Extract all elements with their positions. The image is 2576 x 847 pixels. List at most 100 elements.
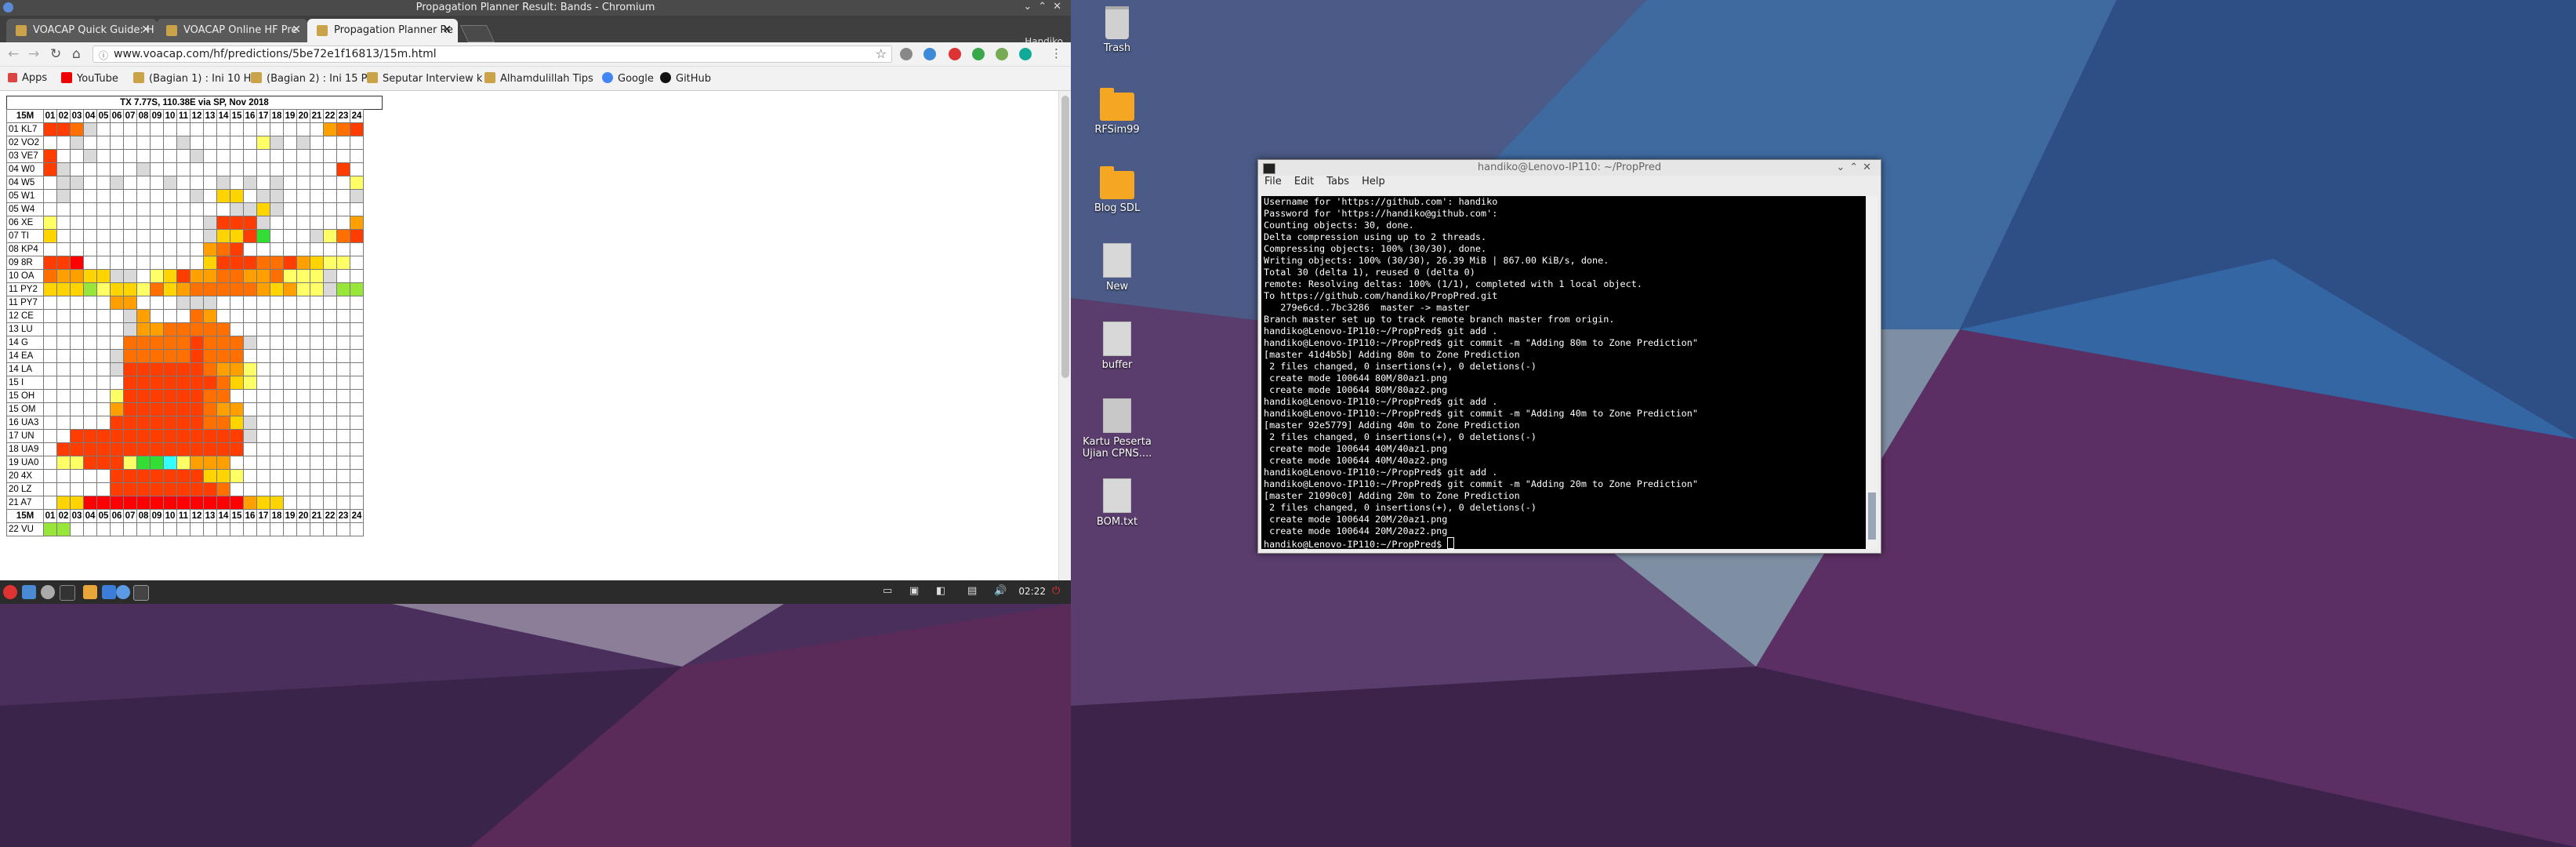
editor-icon[interactable] [102,585,116,599]
desktop-folder-rfsim99[interactable]: RFSim99 [1082,88,1152,136]
hour-header: 08 [136,509,151,523]
tab-voacap-online[interactable]: VOACAP Online HF Pre ✕ [157,19,307,42]
new-tab-button[interactable] [459,25,495,42]
reliability-cell [70,416,84,430]
network-icon[interactable]: ▤ [967,585,977,597]
terminal-scrollbar[interactable] [1867,196,1878,549]
desktop-folder-blog-sdl[interactable]: Blog SDL [1082,166,1152,214]
home-icon[interactable]: ⌂ [72,46,81,62]
desktop-file-new[interactable]: New [1082,243,1152,293]
scrollbar-thumb[interactable] [1868,493,1876,540]
bookmark-label: GitHub [676,73,712,85]
power-icon[interactable]: ⏻ [1052,585,1060,597]
terminal-task-icon[interactable] [133,585,149,601]
reliability-cell [83,309,97,323]
terminal-output[interactable]: Username for 'https://github.com': handi… [1261,196,1866,549]
screenshot-icon[interactable]: ◧ [936,585,945,597]
reliability-cell [350,149,364,163]
clock[interactable]: 02:22 [1018,586,1046,597]
close-tab-icon[interactable]: ✕ [141,24,151,36]
terminal-window-controls[interactable]: ⌄⌃✕ [1836,160,1876,176]
reliability-cell [190,362,204,376]
clipboard-icon[interactable]: ▣ [909,585,919,597]
desktop-icon[interactable] [22,585,36,599]
desktop-file-kartu-peserta[interactable]: Kartu Peserta Ujian CPNS.... [1082,398,1152,460]
bookmark-apps[interactable]: Apps [8,72,47,84]
bookmark-google[interactable]: Google [602,72,654,85]
tab-voacap-quick-guide[interactable]: VOACAP Quick Guide: H ✕ [6,19,157,42]
reliability-cell [96,269,111,283]
reliability-cell [43,202,57,216]
tab-favicon [317,25,328,36]
menu-edit[interactable]: Edit [1294,176,1314,187]
extension-icon[interactable] [972,48,985,60]
bookmark-youtube[interactable]: YouTube [61,72,118,85]
back-icon[interactable]: ← [8,46,19,62]
reliability-cell [216,336,230,350]
address-bar[interactable]: ⓘ www.voacap.com/hf/predictions/5be72e1f… [93,45,892,63]
desktop-file-bom[interactable]: BOM.txt [1082,478,1152,528]
reliability-cell [190,442,204,456]
reliability-cell [323,269,337,283]
reliability-cell [256,269,270,283]
extension-icon[interactable] [900,48,912,60]
menu-tabs[interactable]: Tabs [1326,176,1349,187]
hour-header: 18 [270,509,284,523]
reliability-cell [83,189,97,203]
bookmark-bagian-2[interactable]: (Bagian 2) : Ini 15 P [251,72,367,85]
extension-icon[interactable] [1019,48,1032,60]
extension-icon[interactable] [996,48,1008,60]
reliability-cell [43,402,57,416]
reliability-cell [150,429,164,443]
reliability-cell [43,496,57,510]
start-menu-icon[interactable] [3,585,17,599]
extension-icon[interactable] [923,48,936,60]
close-tab-icon[interactable]: ✕ [292,24,301,36]
menu-kebab-icon[interactable]: ⋮ [1050,46,1062,60]
tab-label: VOACAP Quick Guide: H [33,24,154,36]
menu-help[interactable]: Help [1362,176,1385,187]
reliability-cell [83,362,97,376]
desktop-file-buffer[interactable]: buffer [1082,322,1152,371]
reliability-cell [123,229,137,243]
info-icon[interactable]: ⓘ [99,49,108,62]
browser-launcher-icon[interactable] [41,585,55,599]
reliability-cell [136,416,151,430]
reliability-cell [123,402,137,416]
reliability-cell [176,242,190,256]
zone-row: 06 XE [6,216,364,230]
bookmark-alhamdulillah[interactable]: Alhamdulillah Tips [484,72,593,85]
reload-icon[interactable]: ↻ [50,46,61,62]
hour-header: 16 [243,509,257,523]
forward-icon[interactable]: → [28,46,39,62]
reliability-cell [110,202,124,216]
reliability-cell [270,402,284,416]
tab-propagation-planner[interactable]: Propagation Planner Re ✕ [307,19,458,42]
reliability-cell [150,202,164,216]
desktop-trash[interactable]: Trash [1082,6,1152,54]
terminal-launcher-icon[interactable] [60,585,75,601]
reliability-cell [350,229,364,243]
reliability-cell [203,269,217,283]
file-manager-icon[interactable] [83,585,97,599]
window-controls[interactable]: ⌄⌃✕ [1023,1,1068,13]
bookmark-seputar-interview[interactable]: Seputar Interview k [367,72,482,85]
bookmark-star-icon[interactable]: ☆ [876,46,887,61]
scrollbar-thumb[interactable] [1061,96,1069,378]
menu-file[interactable]: File [1264,176,1282,187]
reliability-cell [96,296,111,310]
reliability-cell [336,482,350,496]
volume-icon[interactable]: 🔊 [994,585,1007,597]
bookmark-bagian-1[interactable]: (Bagian 1) : Ini 10 H [133,72,251,85]
workspace-icon[interactable]: ▭ [883,585,892,597]
chromium-task-icon[interactable] [116,585,130,599]
reliability-cell [310,402,324,416]
hour-header: 06 [110,109,124,123]
reliability-cell [283,469,297,483]
bookmark-github[interactable]: GitHub [660,72,711,85]
close-tab-icon[interactable]: ✕ [442,24,452,36]
page-scrollbar[interactable] [1058,91,1071,580]
extension-icon[interactable] [949,48,961,60]
reliability-cell [336,389,350,403]
reliability-cell [350,309,364,323]
